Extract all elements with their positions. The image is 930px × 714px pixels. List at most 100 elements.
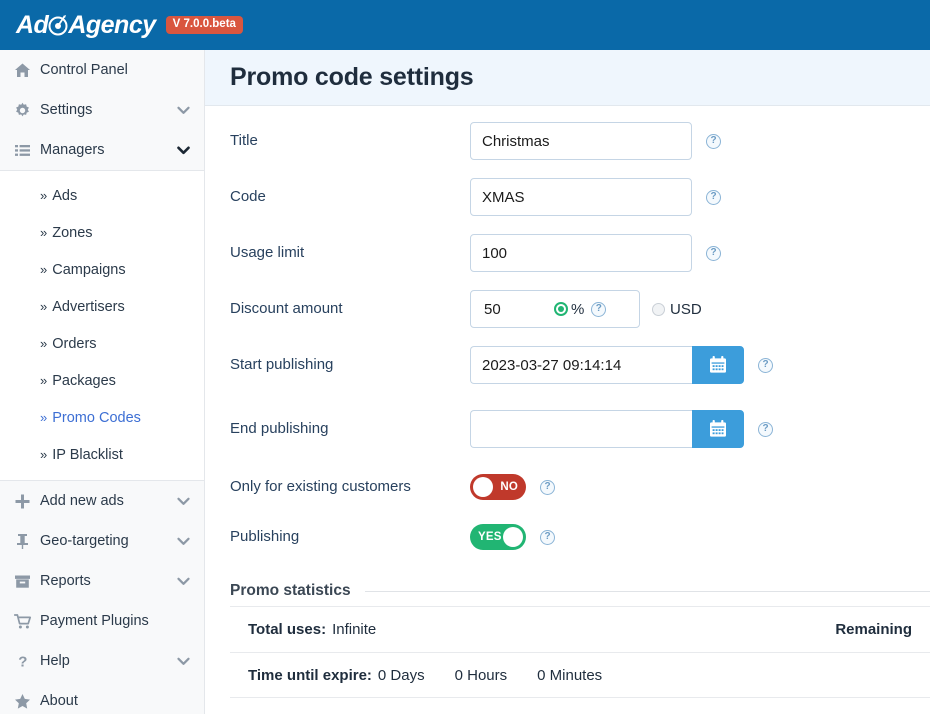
sidebar-item-advertisers[interactable]: » Advertisers	[0, 288, 204, 325]
stats-legend: Promo statistics	[230, 582, 930, 606]
archive-icon	[14, 573, 40, 590]
label-code: Code	[230, 188, 266, 205]
chevron-down-icon[interactable]	[177, 497, 190, 506]
calendar-icon[interactable]	[692, 346, 744, 384]
sidebar-item-managers[interactable]: Managers	[0, 130, 204, 170]
star-icon	[14, 693, 40, 710]
end-date-group	[470, 410, 744, 448]
sidebar-sublabel: IP Blacklist	[52, 446, 123, 463]
main-content: Promo code settings Title ? Code ? Usage…	[205, 50, 930, 714]
double-chevron-icon: »	[40, 225, 48, 240]
logo-text-suffix: Agency	[68, 10, 156, 39]
stat-key: Time until expire:	[248, 666, 372, 684]
promo-statistics-section: Promo statistics Total uses: Infinite Re…	[205, 582, 930, 698]
sidebar-label: Geo-targeting	[40, 533, 129, 549]
sidebar-sublabel: Advertisers	[52, 298, 125, 315]
sidebar-item-packages[interactable]: » Packages	[0, 362, 204, 399]
stat-key: Total uses:	[248, 621, 327, 638]
sidebar-item-geo-targeting[interactable]: Geo-targeting	[0, 521, 204, 561]
sidebar-item-zones[interactable]: » Zones	[0, 214, 204, 251]
gear-icon	[14, 102, 40, 119]
calendar-icon[interactable]	[692, 410, 744, 448]
label-title: Title	[230, 132, 258, 149]
pin-icon	[14, 533, 40, 550]
form-row-existing-customers: Only for existing customers NO ?	[205, 472, 930, 522]
chevron-down-icon[interactable]	[177, 106, 190, 115]
sidebar-label: Settings	[40, 102, 93, 118]
publishing-toggle[interactable]: YES	[470, 524, 526, 550]
help-icon[interactable]: ?	[706, 245, 721, 261]
sidebar-label: Add new ads	[40, 493, 124, 509]
stat-value-days: 0 Days	[377, 666, 425, 684]
usage-limit-input[interactable]	[470, 234, 692, 272]
logo-text-prefix: Ad	[16, 10, 49, 39]
brand-logo[interactable]: Ad Agency	[16, 0, 156, 50]
toggle-knob	[503, 527, 523, 547]
svg-text:?: ?	[18, 653, 27, 670]
radio-percent[interactable]	[554, 302, 568, 316]
form-row-usage-limit: Usage limit ?	[205, 232, 930, 288]
sidebar-sublabel: Orders	[52, 335, 97, 352]
chevron-down-icon[interactable]	[177, 657, 190, 666]
stat-row-time-until-expire: Time until expire: 0 Days 0 Hours 0 Minu…	[230, 652, 930, 698]
sidebar-label: Payment Plugins	[40, 613, 149, 629]
help-icon[interactable]: ?	[706, 189, 721, 205]
existing-customers-toggle[interactable]: NO	[470, 474, 526, 500]
radio-usd[interactable]	[652, 302, 665, 316]
sidebar-label: Reports	[40, 573, 91, 589]
form-row-start-publishing: Start publishing 2023-03-27 09:14:14 ?	[205, 344, 930, 408]
sidebar-item-ads[interactable]: » Ads	[0, 177, 204, 214]
double-chevron-icon: »	[40, 410, 48, 425]
label-usage-limit: Usage limit	[230, 244, 305, 261]
start-date-group	[470, 346, 744, 384]
help-icon[interactable]: ?	[758, 357, 773, 373]
label-publishing: Publishing	[230, 528, 300, 545]
discount-input-group: % ?	[470, 290, 640, 328]
end-publishing-input[interactable]	[470, 410, 692, 448]
target-dart-icon	[47, 14, 69, 36]
sidebar-item-payment-plugins[interactable]: Payment Plugins	[0, 601, 204, 641]
label-end-publishing: End publishing	[230, 420, 329, 437]
double-chevron-icon: »	[40, 188, 48, 203]
sidebar-item-add-new-ads[interactable]: Add new ads	[0, 481, 204, 521]
sidebar-item-control-panel[interactable]: Control Panel	[0, 50, 204, 90]
top-bar: Ad Agency V 7.0.0.beta	[0, 0, 930, 50]
sidebar-item-ip-blacklist[interactable]: » IP Blacklist	[0, 436, 204, 473]
sidebar-label: Managers	[40, 142, 105, 158]
form-row-title: Title ?	[205, 120, 930, 176]
stat-value-hours: 0 Hours	[454, 666, 508, 684]
plus-icon	[14, 493, 40, 510]
sidebar-item-promo-codes[interactable]: » Promo Codes	[0, 399, 204, 436]
form-row-publishing: Publishing YES ?	[205, 522, 930, 572]
cart-icon	[14, 613, 40, 630]
chevron-down-icon[interactable]	[177, 577, 190, 586]
chevron-down-icon[interactable]	[177, 146, 190, 155]
help-icon[interactable]: ?	[706, 133, 721, 149]
sidebar-item-orders[interactable]: » Orders	[0, 325, 204, 362]
sidebar-item-about[interactable]: About	[0, 681, 204, 714]
discount-amount-input[interactable]	[482, 299, 554, 319]
sidebar-sublabel: Packages	[52, 372, 116, 389]
divider	[364, 590, 930, 592]
toggle-state-label: NO	[500, 481, 518, 493]
stat-value: Infinite	[332, 621, 377, 638]
sidebar-item-help[interactable]: ? Help	[0, 641, 204, 681]
sidebar-sublabel: Campaigns	[52, 261, 126, 278]
sidebar-item-reports[interactable]: Reports	[0, 561, 204, 601]
help-icon[interactable]: ?	[540, 529, 555, 545]
sidebar-item-settings[interactable]: Settings	[0, 90, 204, 130]
list-icon	[14, 142, 40, 159]
code-input[interactable]	[470, 178, 692, 216]
sidebar-item-campaigns[interactable]: » Campaigns	[0, 251, 204, 288]
help-icon[interactable]: ?	[591, 301, 607, 317]
help-icon[interactable]: ?	[758, 421, 773, 437]
page-header: Promo code settings	[205, 50, 930, 106]
label-existing-customers: Only for existing customers	[230, 478, 411, 495]
title-input[interactable]	[470, 122, 692, 160]
version-badge: V 7.0.0.beta	[165, 15, 243, 35]
chevron-down-icon[interactable]	[177, 537, 190, 546]
double-chevron-icon: »	[40, 373, 48, 388]
help-icon[interactable]: ?	[540, 479, 555, 495]
start-publishing-input[interactable]	[470, 346, 692, 384]
promo-code-form: Title ? Code ? Usage limit ? Discount am…	[205, 106, 930, 572]
